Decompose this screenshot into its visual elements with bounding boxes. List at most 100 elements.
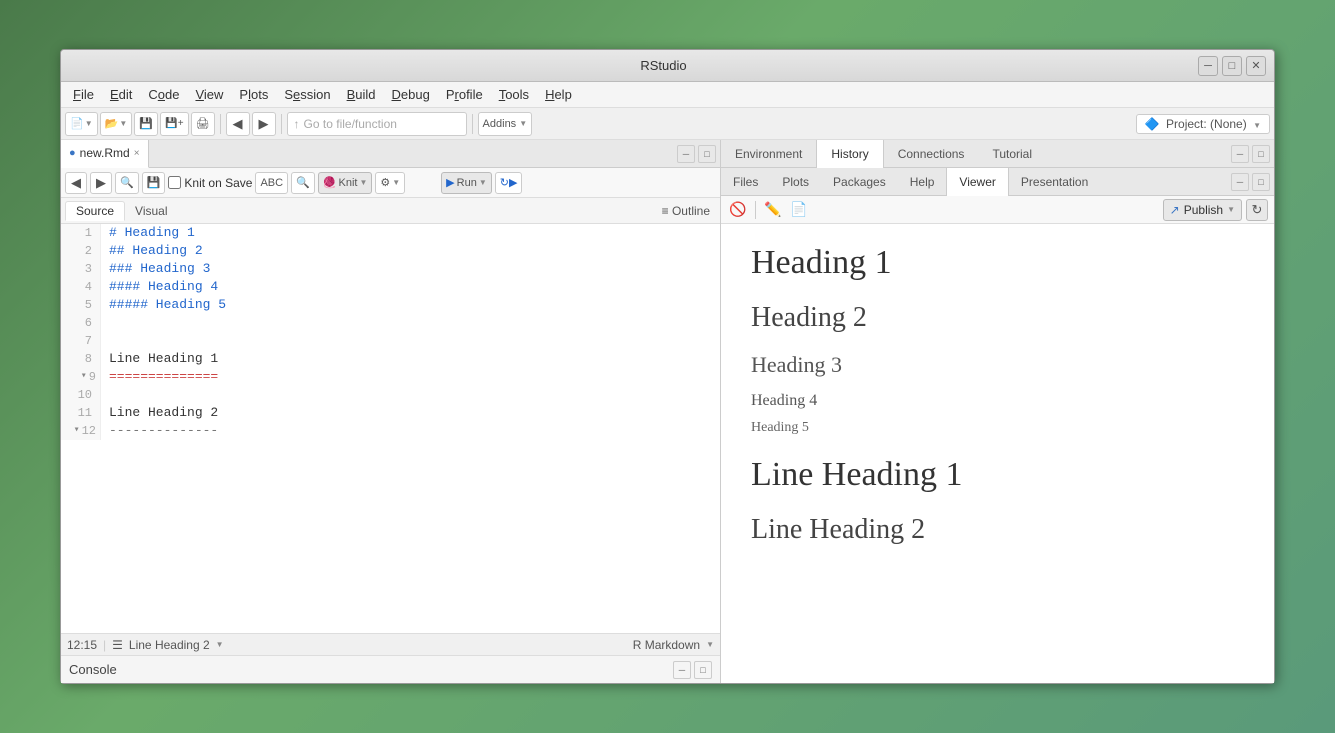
menu-session[interactable]: Session xyxy=(276,85,338,104)
menu-help[interactable]: Help xyxy=(537,85,580,104)
editor-tab-new-rmd[interactable]: ● new.Rmd × xyxy=(61,140,149,168)
line-num-10: 10 xyxy=(61,386,101,404)
save-all-icon: 💾+ xyxy=(165,118,183,129)
run-arrow: ▼ xyxy=(479,178,487,187)
line-num-9: ▾9 xyxy=(61,368,101,386)
code-line-5: 5 ##### Heading 5 xyxy=(61,296,720,314)
cursor-position: 12:15 xyxy=(67,638,97,652)
line-content-11: Line Heading 2 xyxy=(101,404,218,422)
right-top-collapse[interactable]: ─ xyxy=(1231,145,1249,163)
code-line-11: 11 Line Heading 2 xyxy=(61,404,720,422)
open-icon: 📂 xyxy=(105,117,119,130)
line-num-5: 5 xyxy=(61,296,101,314)
preview-heading-1: Heading 1 xyxy=(751,244,1244,282)
close-button[interactable]: ✕ xyxy=(1246,56,1266,76)
goto-text: Go to file/function xyxy=(304,117,397,131)
files-collapse[interactable]: ─ xyxy=(1231,173,1249,191)
publish-btn[interactable]: ↗ Publish ▼ xyxy=(1163,199,1242,221)
tab-tutorial[interactable]: Tutorial xyxy=(978,140,1046,168)
editor-panel: ● new.Rmd × ─ □ ◀ ▶ 🔍 💾 Knit on Save xyxy=(61,140,721,683)
search-btn[interactable]: 🔍 xyxy=(291,172,315,194)
back-btn[interactable]: ◀ xyxy=(226,112,250,136)
toolbar-sep-2 xyxy=(281,114,282,134)
project-selector[interactable]: 🔷 Project: (None) ▼ xyxy=(1136,114,1270,134)
viewer-clear-btn[interactable]: 🚫 xyxy=(727,199,749,221)
files-expand[interactable]: □ xyxy=(1252,173,1270,191)
tab-connections[interactable]: Connections xyxy=(884,140,979,168)
tab-plots[interactable]: Plots xyxy=(770,168,821,196)
run-btn[interactable]: ▶ Run ▼ xyxy=(441,172,492,194)
menu-build[interactable]: Build xyxy=(339,85,384,104)
print-btn[interactable]: 🖨 xyxy=(191,112,215,136)
menu-edit[interactable]: Edit xyxy=(102,85,140,104)
save-editor-btn[interactable]: 💾 xyxy=(142,172,166,194)
minimize-button[interactable]: ─ xyxy=(1198,56,1218,76)
fold-arrow-12: ▾ xyxy=(74,422,80,440)
project-arrow: ▼ xyxy=(1253,121,1261,130)
viewer-back-btn[interactable]: ✏️ xyxy=(762,199,784,221)
goto-input[interactable]: ↑ Go to file/function xyxy=(287,112,467,136)
code-line-6: 6 xyxy=(61,314,720,332)
find-replace-btn[interactable]: 🔍 xyxy=(115,172,139,194)
window-title: RStudio xyxy=(129,58,1198,73)
undo-btn[interactable]: ◀ xyxy=(65,172,87,194)
new-file-btn[interactable]: 📄 ▼ xyxy=(65,112,98,136)
console-expand-btn[interactable]: □ xyxy=(694,661,712,679)
line-num-2: 2 xyxy=(61,242,101,260)
editor-tab-close-btn[interactable]: × xyxy=(134,148,140,159)
spell-check-label: ABC xyxy=(260,177,283,189)
menu-debug[interactable]: Debug xyxy=(384,85,438,104)
run-icon: ▶ xyxy=(446,176,454,189)
addins-label: Addins xyxy=(483,118,517,130)
code-line-2: 2 ## Heading 2 xyxy=(61,242,720,260)
menu-tools[interactable]: Tools xyxy=(491,85,537,104)
source-tab[interactable]: Source xyxy=(65,201,125,221)
spell-check-btn[interactable]: ABC xyxy=(255,172,288,194)
knit-checkbox-input[interactable] xyxy=(168,176,181,189)
status-context: Line Heading 2 xyxy=(129,638,210,652)
right-top-expand[interactable]: □ xyxy=(1252,145,1270,163)
viewer-forward-btn[interactable]: 📄 xyxy=(788,199,810,221)
options-btn[interactable]: ⚙ ▼ xyxy=(375,172,405,194)
addins-arrow: ▼ xyxy=(519,119,527,128)
console-collapse-btn[interactable]: ─ xyxy=(673,661,691,679)
refresh-btn[interactable]: ↻ xyxy=(1246,199,1268,221)
files-tab-bar: Files Plots Packages Help Viewer Present… xyxy=(721,168,1274,196)
knit-icon: 🧶 xyxy=(323,176,337,189)
tab-help[interactable]: Help xyxy=(898,168,947,196)
knit-label: Knit xyxy=(338,177,357,189)
line-content-8: Line Heading 1 xyxy=(101,350,218,368)
menu-profile[interactable]: Profile xyxy=(438,85,491,104)
re-run-btn[interactable]: ↻▶ xyxy=(495,172,523,194)
editor-tab-bar: ● new.Rmd × ─ □ xyxy=(61,140,720,168)
addins-btn[interactable]: Addins ▼ xyxy=(478,112,533,136)
tab-viewer[interactable]: Viewer xyxy=(946,168,1008,196)
forward-btn[interactable]: ▶ xyxy=(252,112,276,136)
tab-files[interactable]: Files xyxy=(721,168,770,196)
run-label: Run xyxy=(457,177,477,189)
open-file-btn[interactable]: 📂 ▼ xyxy=(100,112,133,136)
outline-btn[interactable]: ≡ Outline xyxy=(656,202,716,220)
tab-presentation[interactable]: Presentation xyxy=(1009,168,1100,196)
tab-history[interactable]: History xyxy=(816,140,883,168)
knit-on-save-check[interactable]: Knit on Save xyxy=(168,176,252,190)
editor-collapse-btn[interactable]: ─ xyxy=(677,145,695,163)
publish-label: Publish xyxy=(1184,203,1223,217)
menu-code[interactable]: Code xyxy=(140,85,187,104)
save-all-btn[interactable]: 💾+ xyxy=(160,112,188,136)
project-icon: 🔷 xyxy=(1145,117,1160,131)
menu-plots[interactable]: Plots xyxy=(231,85,276,104)
menu-file[interactable]: File xyxy=(65,85,102,104)
status-mode: R Markdown xyxy=(633,638,700,652)
visual-tab[interactable]: Visual xyxy=(125,202,177,220)
tab-environment[interactable]: Environment xyxy=(721,140,816,168)
code-editor[interactable]: 1 # Heading 1 2 ## Heading 2 3 ### Headi… xyxy=(61,224,720,633)
menu-view[interactable]: View xyxy=(187,85,231,104)
knit-btn[interactable]: 🧶 Knit ▼ xyxy=(318,172,373,194)
editor-expand-btn[interactable]: □ xyxy=(698,145,716,163)
save-btn[interactable]: 💾 xyxy=(134,112,158,136)
project-name: Project: (None) xyxy=(1166,117,1247,131)
redo-btn[interactable]: ▶ xyxy=(90,172,112,194)
tab-packages[interactable]: Packages xyxy=(821,168,898,196)
maximize-button[interactable]: □ xyxy=(1222,56,1242,76)
